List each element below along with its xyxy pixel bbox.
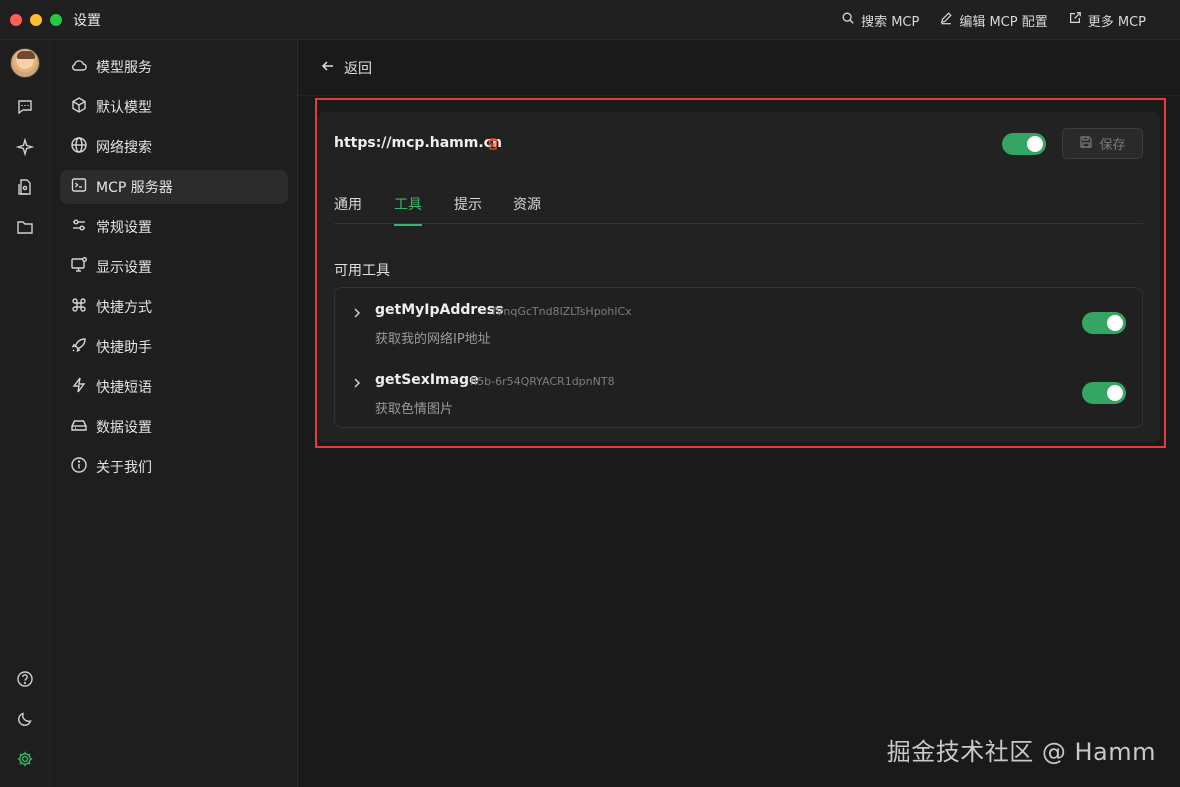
globe-icon [70, 136, 88, 158]
sidebar-item-mcp-server[interactable]: MCP 服务器 [60, 170, 288, 204]
sidebar-item-label: 常规设置 [96, 220, 152, 236]
avatar[interactable] [10, 48, 40, 78]
chevron-right-icon [351, 304, 363, 323]
moon-icon[interactable] [15, 709, 35, 729]
sidebar-item-quick-phrases[interactable]: 快捷短语 [60, 370, 288, 404]
edit-mcp-config-button[interactable]: 编辑 MCP 配置 [939, 11, 1048, 30]
main-content: 返回 https://mcp.hamm.cn 保存 通用 工具 提示 资源 可用… [298, 40, 1180, 787]
tool-name: getSexImage [375, 372, 479, 388]
server-url: https://mcp.hamm.cn [334, 135, 502, 151]
back-button[interactable]: 返回 [320, 58, 372, 78]
tool-list: getMyIpAddress fVnqGcTnd8lZLTsHpohlCx 获取… [334, 287, 1143, 428]
tab-resources[interactable]: 资源 [513, 194, 541, 224]
minimize-window-button[interactable] [30, 13, 42, 26]
tool-row: getMyIpAddress fVnqGcTnd8lZLTsHpohlCx 获取… [335, 288, 1142, 358]
settings-icon[interactable] [15, 749, 35, 769]
tool-enabled-toggle[interactable] [1082, 382, 1126, 404]
terminal-icon [70, 176, 88, 198]
sidebar-item-default-model[interactable]: 默认模型 [60, 90, 288, 124]
tab-tools[interactable]: 工具 [394, 194, 422, 226]
sidebar-item-label: 显示设置 [96, 260, 152, 276]
tool-description: 获取我的网络IP地址 [375, 332, 491, 347]
sidebar-item-label: 模型服务 [96, 60, 152, 76]
chevron-right-icon [351, 374, 363, 393]
sidebar-item-general-settings[interactable]: 常规设置 [60, 210, 288, 244]
rocket-icon [70, 336, 88, 358]
window-controls [10, 13, 62, 26]
sidebar-item-label: 快捷助手 [96, 340, 152, 356]
chat-icon[interactable] [15, 97, 35, 117]
mcp-server-panel: https://mcp.hamm.cn 保存 通用 工具 提示 资源 可用工具 [318, 112, 1160, 442]
zoom-window-button[interactable] [50, 13, 62, 26]
sidebar-item-label: 默认模型 [96, 100, 152, 116]
close-window-button[interactable] [10, 13, 22, 26]
external-link-icon [1068, 11, 1082, 29]
tool-enabled-toggle[interactable] [1082, 312, 1126, 334]
more-mcp-label: 更多 MCP [1087, 14, 1146, 30]
save-button[interactable]: 保存 [1062, 128, 1143, 159]
edit-icon [939, 11, 953, 29]
zap-icon [70, 376, 88, 398]
sidebar-item-data-settings[interactable]: 数据设置 [60, 410, 288, 444]
title-bar: 设置 搜索 MCP 编辑 MCP 配置 更多 MCP [0, 0, 1180, 40]
tool-id: fI5b-6r54QRYACR1dpnNT8 [470, 375, 615, 388]
help-icon[interactable] [15, 669, 35, 689]
arrow-left-icon [320, 58, 336, 78]
sidebar-item-about-us[interactable]: 关于我们 [60, 450, 288, 484]
tab-general[interactable]: 通用 [334, 194, 362, 224]
title-actions: 搜索 MCP 编辑 MCP 配置 更多 MCP [841, 0, 1180, 40]
document-icon[interactable] [15, 177, 35, 197]
sidebar-item-label: 快捷方式 [96, 300, 152, 316]
tool-name: getMyIpAddress [375, 302, 504, 318]
drive-icon [70, 416, 88, 438]
window-title: 设置 [73, 12, 101, 29]
trash-icon [486, 136, 500, 155]
sidebar-item-label: MCP 服务器 [96, 180, 173, 196]
sidebar-item-quick-assistant[interactable]: 快捷助手 [60, 330, 288, 364]
edit-mcp-config-label: 编辑 MCP 配置 [959, 14, 1048, 30]
cube-icon [70, 96, 88, 118]
app-window: 设置 搜索 MCP 编辑 MCP 配置 更多 MCP 模型服务 默认模型 网络搜… [0, 0, 1180, 787]
settings-sidebar: 模型服务 默认模型 网络搜索 MCP 服务器 常规设置 显示设置 快捷方式 快捷… [50, 40, 298, 787]
server-enabled-toggle[interactable] [1002, 133, 1046, 155]
tool-row: getSexImage fI5b-6r54QRYACR1dpnNT8 获取色情图… [335, 358, 1142, 428]
tool-id: fVnqGcTnd8lZLTsHpohlCx [492, 305, 632, 318]
search-icon [841, 11, 855, 29]
sidebar-item-label: 数据设置 [96, 420, 152, 436]
search-mcp-label: 搜索 MCP [861, 14, 920, 30]
expand-tool-button[interactable] [351, 374, 363, 388]
tab-prompts[interactable]: 提示 [454, 194, 482, 224]
command-icon [70, 296, 88, 318]
sidebar-item-label: 快捷短语 [96, 380, 152, 396]
sidebar-item-label: 关于我们 [96, 460, 152, 476]
info-icon [70, 456, 88, 478]
sidebar-item-web-search[interactable]: 网络搜索 [60, 130, 288, 164]
monitor-icon [70, 256, 88, 278]
section-title: 可用工具 [334, 263, 390, 279]
folder-icon[interactable] [15, 217, 35, 237]
save-label: 保存 [1099, 138, 1126, 153]
cloud-icon [70, 56, 88, 78]
more-mcp-button[interactable]: 更多 MCP [1068, 11, 1146, 30]
sliders-icon [70, 216, 88, 238]
sidebar-item-shortcuts[interactable]: 快捷方式 [60, 290, 288, 324]
sidebar-item-label: 网络搜索 [96, 140, 152, 156]
sparkle-icon[interactable] [15, 137, 35, 157]
sidebar-item-model-service[interactable]: 模型服务 [60, 50, 288, 84]
watermark: 掘金技术社区 @ Hamm [886, 738, 1156, 766]
search-mcp-button[interactable]: 搜索 MCP [841, 11, 919, 30]
icon-rail [0, 40, 50, 787]
back-label: 返回 [344, 60, 372, 77]
back-bar: 返回 [298, 40, 1180, 96]
save-icon [1079, 135, 1093, 153]
tool-description: 获取色情图片 [375, 402, 454, 417]
delete-server-button[interactable] [486, 136, 502, 152]
sidebar-item-display-settings[interactable]: 显示设置 [60, 250, 288, 284]
server-tabs: 通用 工具 提示 资源 [334, 182, 1143, 226]
expand-tool-button[interactable] [351, 304, 363, 318]
